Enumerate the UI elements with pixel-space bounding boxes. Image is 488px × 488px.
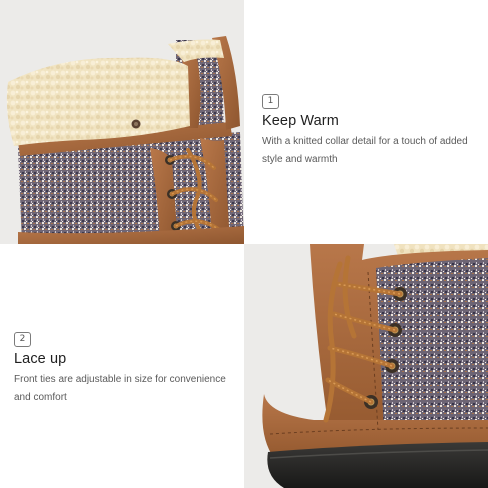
feature-title: Lace up	[14, 351, 67, 367]
feature-keep-warm: 1 Keep Warm With a knitted collar detail…	[262, 88, 484, 169]
feature-title: Keep Warm	[262, 113, 339, 129]
product-feature-collage: 1 Keep Warm With a knitted collar detail…	[0, 0, 488, 488]
boot-collar-photo	[0, 0, 244, 244]
feature-description: Front ties are adjustable in size for co…	[14, 374, 226, 403]
boot-lace-photo	[244, 244, 488, 488]
feature-description: With a knitted collar detail for a touch…	[262, 136, 468, 165]
feature-lace-up: 2 Lace up Front ties are adjustable in s…	[14, 326, 240, 407]
feature-number-badge: 2	[14, 332, 31, 347]
feature-number-badge: 1	[262, 94, 279, 109]
